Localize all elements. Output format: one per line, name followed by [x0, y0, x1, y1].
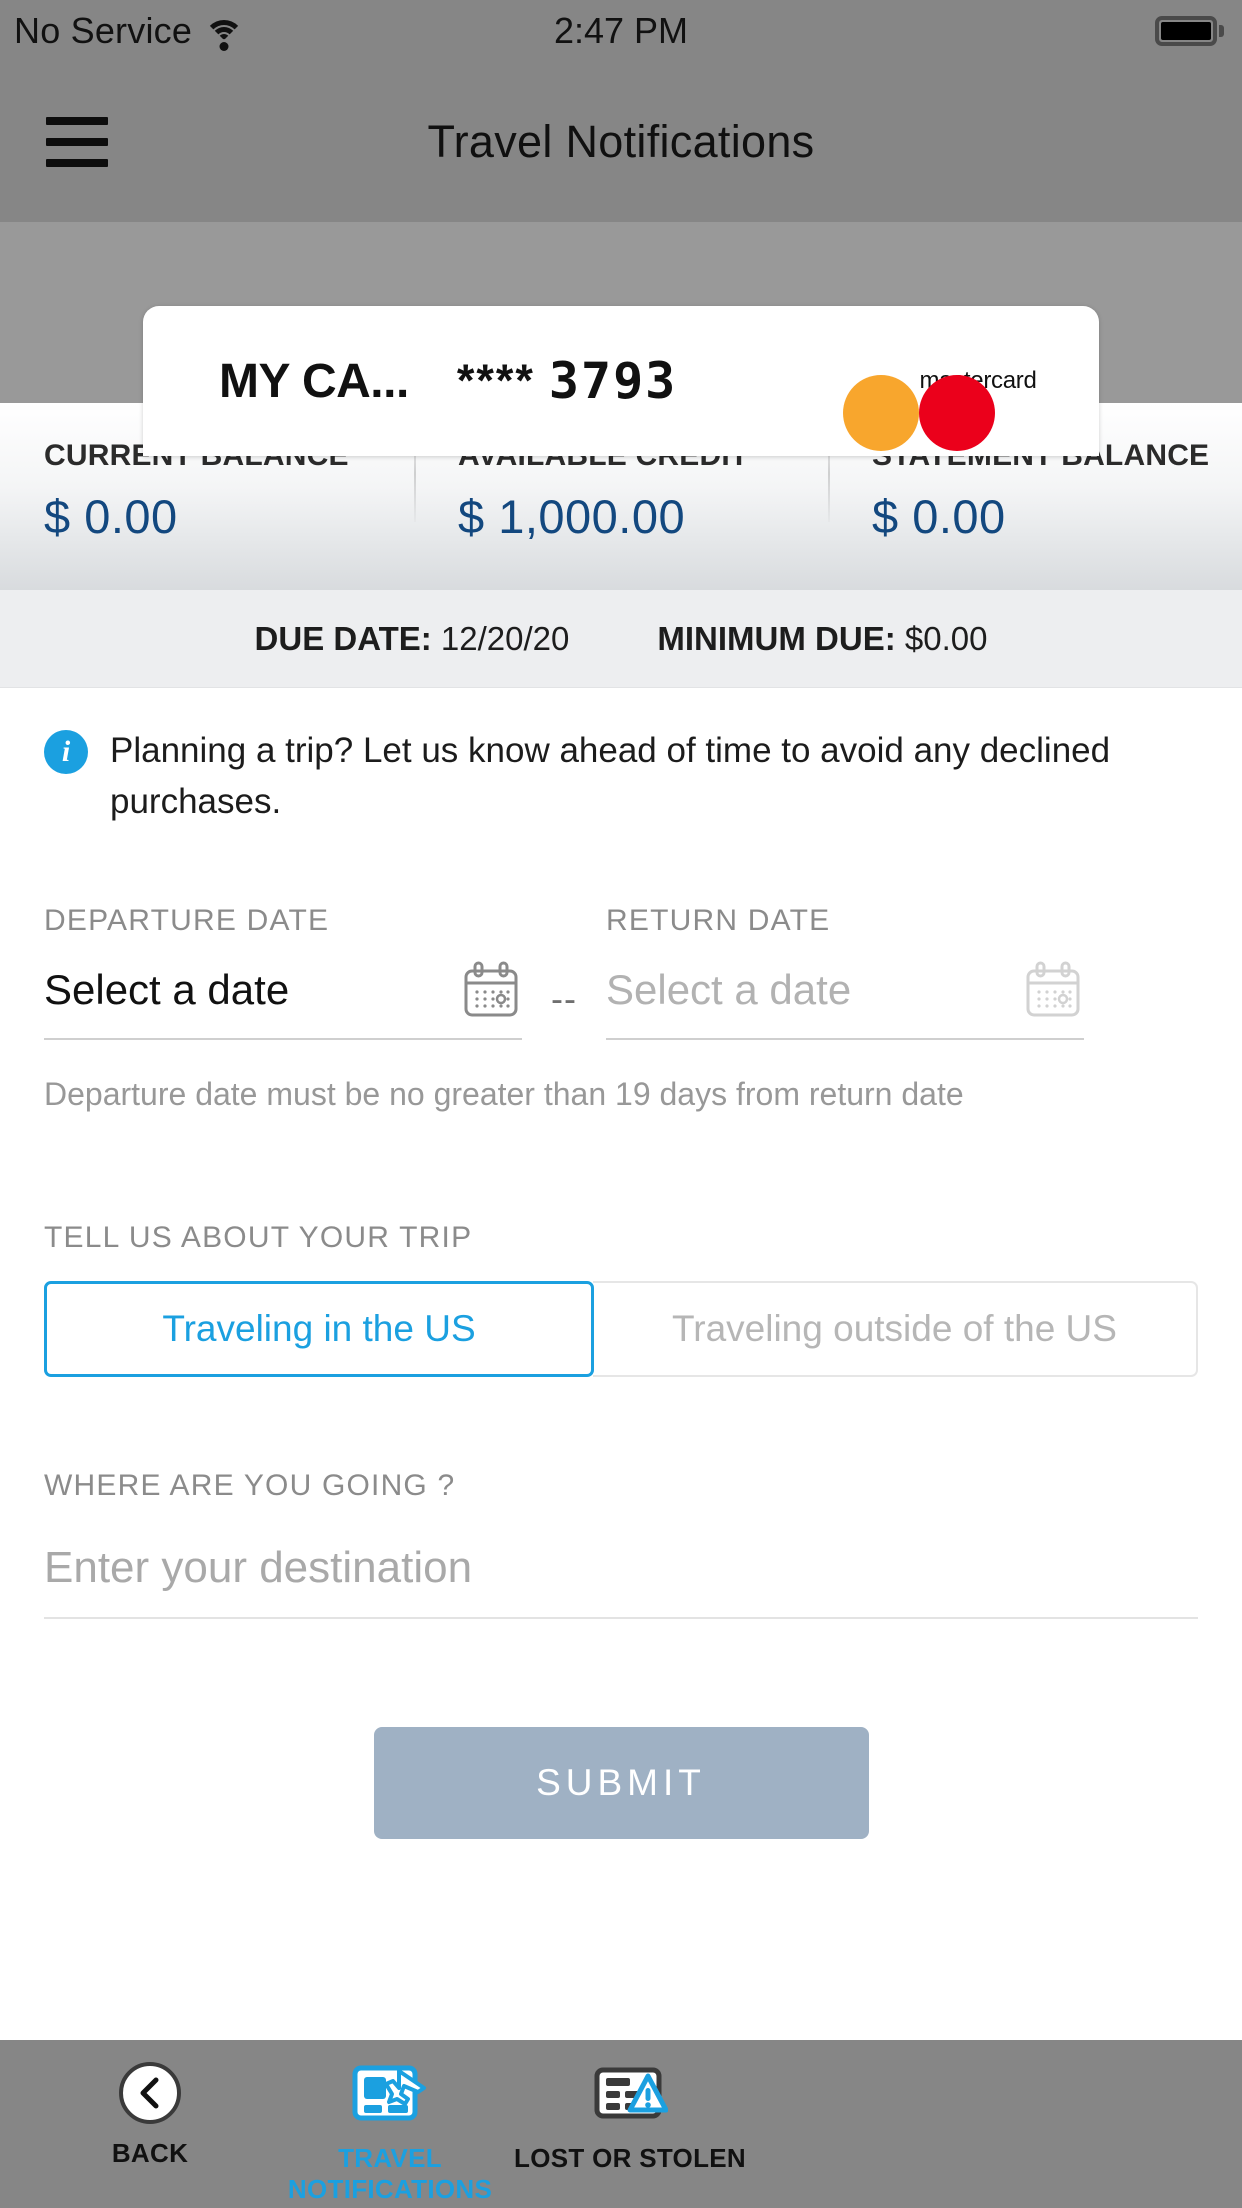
- status-bar-clock: 2:47 PM: [553, 10, 689, 51]
- nav-item-label: TRAVEL NOTIFICATIONS: [288, 2143, 492, 2204]
- battery-icon: [1155, 16, 1217, 46]
- status-bar: No Service 2:47 PM: [0, 0, 1242, 62]
- boarding-pass-plane-icon: [352, 2062, 428, 2129]
- trip-option-in-us[interactable]: Traveling in the US: [44, 1280, 594, 1377]
- app-screen: No Service 2:47 PM Travel Notifications …: [0, 0, 1242, 2208]
- info-banner: i Planning a trip? Let us know ahead of …: [0, 688, 1242, 828]
- departure-date-value: Select a date: [44, 965, 290, 1013]
- trip-type-label: TELL US ABOUT YOUR TRIP: [44, 1220, 473, 1254]
- chevron-left-circle-icon: [119, 2062, 181, 2124]
- due-date-label: DUE DATE:: [254, 619, 432, 657]
- nav-item-lost-or-stolen[interactable]: LOST OR STOLEN: [510, 2040, 750, 2208]
- return-date-field: RETURN DATE Select a date: [606, 904, 1084, 1040]
- card-last-four: 3793: [548, 352, 678, 410]
- card-band: MY CA... **** 3793 mastercard: [0, 222, 1242, 456]
- minimum-due-label: MINIMUM DUE:: [657, 619, 896, 657]
- destination-label: WHERE ARE YOU GOING ?: [44, 1468, 456, 1502]
- submit-button[interactable]: SUBMIT: [373, 1726, 869, 1839]
- card-mask: ****: [456, 355, 535, 406]
- calendar-icon[interactable]: [1022, 959, 1084, 1021]
- date-range-row: DEPARTURE DATE Select a date -- RETURN D…: [44, 904, 1198, 1040]
- balance-value: $ 0.00: [44, 490, 178, 543]
- minimum-due: MINIMUM DUE: $0.00: [657, 620, 987, 658]
- hamburger-menu-icon[interactable]: [46, 117, 108, 167]
- battery-cap-icon: [1219, 25, 1224, 37]
- nav-item-label: BACK: [111, 2138, 189, 2168]
- due-date: DUE DATE: 12/20/20: [255, 620, 570, 658]
- status-bar-right: [1155, 16, 1224, 46]
- page-title: Travel Notifications: [427, 116, 815, 167]
- nav-label-line1: TRAVEL: [338, 2143, 442, 2173]
- nav-item-label: LOST OR STOLEN: [514, 2143, 746, 2173]
- submit-row: SUBMIT: [44, 1726, 1198, 1839]
- info-banner-text: Planning a trip? Let us know ahead of ti…: [110, 731, 1111, 821]
- info-circle-icon: i: [44, 730, 88, 774]
- travel-form: DEPARTURE DATE Select a date -- RETURN D…: [0, 904, 1242, 1839]
- balance-value: $ 1,000.00: [458, 490, 686, 543]
- return-date-value: Select a date: [606, 965, 852, 1013]
- destination-section: WHERE ARE YOU GOING ? Enter your destina…: [44, 1469, 1198, 1619]
- card-nickname: MY CA...: [219, 354, 409, 408]
- mastercard-logo-icon: mastercard: [843, 367, 1063, 451]
- credit-card-summary[interactable]: MY CA... **** 3793 mastercard: [143, 306, 1099, 456]
- due-date-value: 12/20/20: [440, 619, 570, 657]
- due-summary-row: DUE DATE: 12/20/20 MINIMUM DUE: $0.00: [0, 590, 1242, 688]
- bottom-nav-bar: BACK TRAVEL NOTIFICATIONS LOST OR STOLEN: [0, 2040, 1242, 2208]
- return-date-input[interactable]: Select a date: [606, 954, 1084, 1040]
- card-warning-icon: [592, 2062, 669, 2129]
- balance-value: $ 0.00: [872, 490, 1006, 543]
- departure-date-label: DEPARTURE DATE: [44, 903, 330, 937]
- app-header: Travel Notifications: [0, 62, 1242, 222]
- nav-item-back[interactable]: BACK: [30, 2040, 270, 2208]
- trip-type-segmented-control: Traveling in the US Traveling outside of…: [44, 1280, 1198, 1377]
- nav-item-travel-notifications[interactable]: TRAVEL NOTIFICATIONS: [270, 2040, 510, 2208]
- return-date-label: RETURN DATE: [606, 903, 831, 937]
- destination-input[interactable]: Enter your destination: [44, 1517, 1198, 1619]
- calendar-icon[interactable]: [460, 959, 522, 1021]
- departure-date-field: DEPARTURE DATE Select a date: [44, 904, 522, 1040]
- trip-type-section: TELL US ABOUT YOUR TRIP Traveling in the…: [44, 1221, 1198, 1377]
- date-range-separator: --: [551, 977, 577, 1019]
- nav-label-line2: NOTIFICATIONS: [287, 2173, 493, 2204]
- date-helper-text: Departure date must be no greater than 1…: [44, 1075, 964, 1112]
- departure-date-input[interactable]: Select a date: [44, 954, 522, 1040]
- trip-option-outside-us[interactable]: Traveling outside of the US: [593, 1280, 1198, 1377]
- minimum-due-value: $0.00: [904, 619, 988, 657]
